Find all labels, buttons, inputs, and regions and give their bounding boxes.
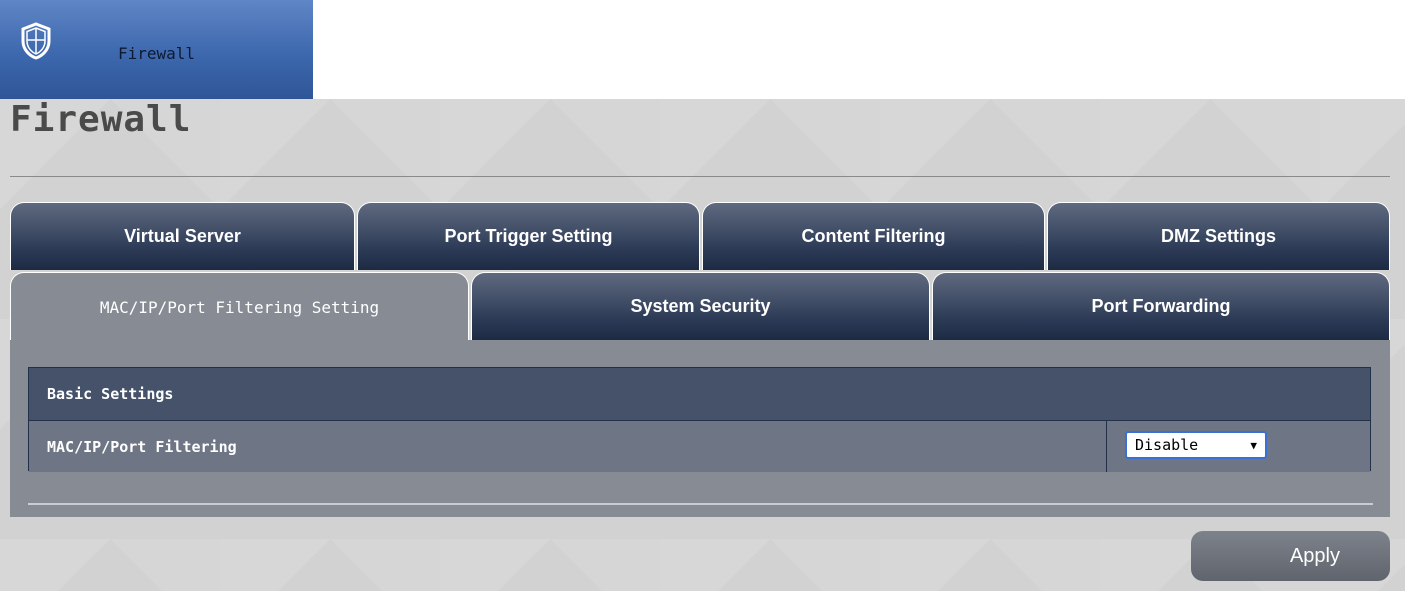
tab-label: MAC/IP/Port Filtering Setting: [99, 298, 380, 317]
main-content: Firewall Virtual Server Port Trigger Set…: [0, 99, 1405, 591]
tab-label: DMZ Settings: [1161, 226, 1276, 246]
tab-label: Content Filtering: [801, 226, 946, 246]
tab-label: Virtual Server: [124, 226, 241, 246]
title-divider: [10, 176, 1390, 177]
chevron-down-icon: ▼: [1250, 438, 1257, 452]
tab-content-filtering[interactable]: Content Filtering: [702, 202, 1045, 270]
apply-button[interactable]: Apply: [1191, 531, 1390, 581]
tab-port-forwarding[interactable]: Port Forwarding: [932, 272, 1390, 340]
section-header: Basic Settings: [29, 368, 1370, 421]
filtering-select[interactable]: Disable ▼: [1125, 431, 1267, 459]
tab-label: Port Trigger Setting: [444, 226, 613, 246]
nav-label: Firewall: [118, 44, 196, 63]
tab-label: Port Forwarding: [1091, 296, 1231, 316]
tab-port-trigger-setting[interactable]: Port Trigger Setting: [357, 202, 700, 270]
settings-row: MAC/IP/Port Filtering Disable ▼: [29, 421, 1370, 472]
tab-panel: Basic Settings MAC/IP/Port Filtering Dis…: [10, 340, 1390, 517]
shield-icon: [21, 22, 51, 60]
tab-dmz-settings[interactable]: DMZ Settings: [1047, 202, 1390, 270]
row-label: MAC/IP/Port Filtering: [47, 437, 237, 456]
page-title: Firewall: [10, 99, 192, 140]
tab-label: System Security: [630, 296, 771, 316]
tab-system-security[interactable]: System Security: [471, 272, 930, 340]
tab-virtual-server[interactable]: Virtual Server: [10, 202, 355, 270]
select-value: Disable: [1135, 436, 1199, 454]
nav-tile-firewall[interactable]: Firewall: [0, 0, 313, 99]
basic-settings-table: Basic Settings MAC/IP/Port Filtering Dis…: [28, 367, 1371, 472]
tab-mac-ip-port-filtering[interactable]: MAC/IP/Port Filtering Setting: [10, 272, 469, 342]
column-divider: [1106, 421, 1107, 472]
panel-divider: [28, 503, 1373, 505]
